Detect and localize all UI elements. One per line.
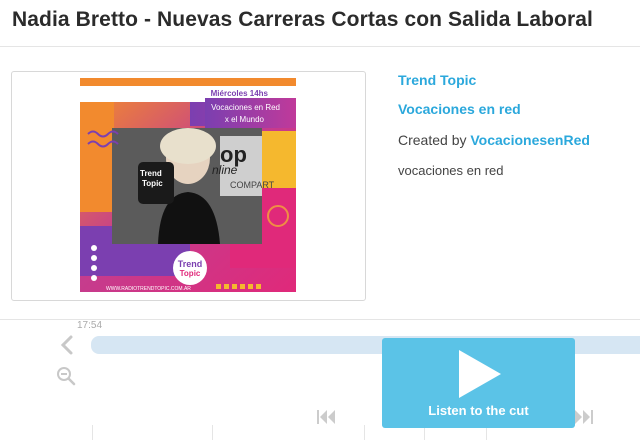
show-link[interactable]: Vocaciones en red [398,101,521,117]
chevron-left-icon[interactable] [58,334,76,356]
podcast-cover-art[interactable]: Miércoles 14hs Vocaciones en Red x el Mu… [80,76,296,294]
cover-show-line1: Vocaciones en Red [211,103,280,112]
zoom-out-icon[interactable] [56,366,76,386]
cover-day-label: Miércoles 14hs [211,89,269,98]
cover-mic-text-1: Trend [140,169,162,178]
skip-forward-icon[interactable] [574,409,594,425]
cover-orange-strip [80,78,296,86]
cover-website: WWW.RADIOTRENDTOPIC.COM.AR [106,286,191,292]
page-title: Nadia Bretto - Nuevas Carreras Cortas co… [12,8,593,31]
creator-link[interactable]: VocacionesenRed [470,132,590,148]
play-icon [459,350,501,398]
cover-bg-text-2: nline [212,163,238,177]
created-by-prefix: Created by [398,132,467,148]
cover-logo-line2: Topic [180,269,201,278]
listen-label: Listen to the cut [428,403,529,418]
time-label: 17:54 [77,320,103,331]
cover-show-line2: x el Mundo [225,115,265,124]
listen-button[interactable]: Listen to the cut [382,338,575,428]
created-by: Created by VocacionesenRed [398,132,590,148]
cover-mic-text-2: Topic [142,179,163,188]
cover-bg-text-3: COMPART [230,180,275,190]
tag-label: vocaciones en red [398,163,504,178]
title-divider [0,46,640,47]
brand-link[interactable]: Trend Topic [398,72,476,88]
skip-back-icon[interactable] [316,409,336,425]
cover-logo-line1: Trend [178,259,203,269]
